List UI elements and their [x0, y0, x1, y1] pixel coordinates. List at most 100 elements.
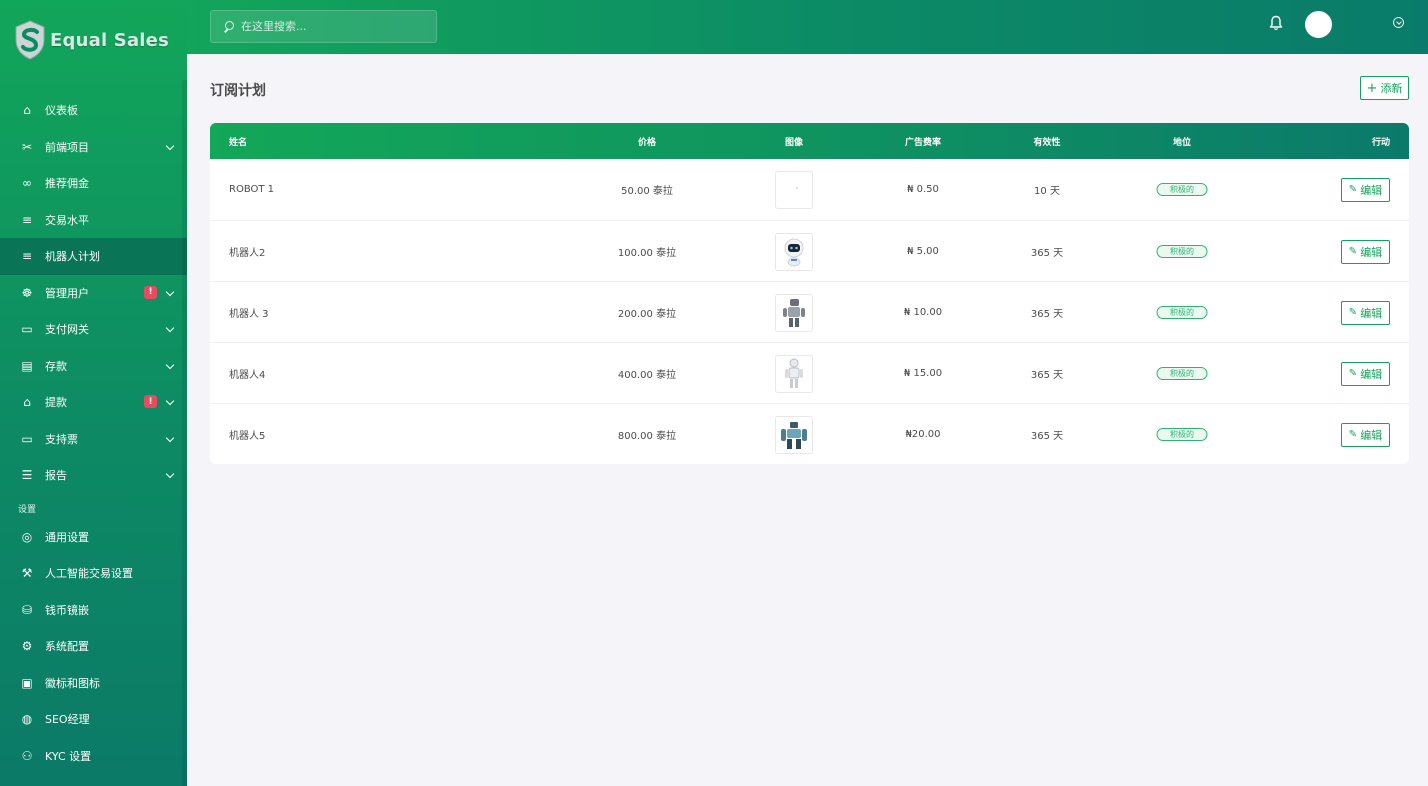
plan-ad-rate: ₦ 15.00	[903, 368, 943, 379]
sidebar-item-9[interactable]: ▭ 支持票	[0, 421, 187, 458]
settings-item-6[interactable]: ⚇ KYC 设置	[0, 738, 187, 775]
sidebar-item-label: 前端项目	[45, 140, 89, 154]
status-badge: 积极的	[1156, 245, 1208, 258]
settings-item-0[interactable]: ◎ 通用设置	[0, 519, 187, 556]
plan-action-cell: ✎ 编辑	[1341, 404, 1390, 464]
plan-validity: 365 天	[1030, 370, 1064, 381]
plan-ad-rate: ₦ 10.00	[903, 307, 943, 318]
sidebar-item-label: 支持票	[45, 432, 78, 446]
chevron-down-icon	[165, 141, 175, 150]
chevron-down-circle-icon[interactable]	[1393, 17, 1404, 28]
pencil-icon: ✎	[1348, 184, 1358, 195]
plan-name: 机器人5	[229, 431, 266, 442]
plan-price: 400.00 泰拉	[617, 370, 677, 381]
plan-name: 机器人2	[229, 248, 266, 259]
images-icon: ▣	[21, 675, 33, 690]
plan-price: 200.00 泰拉	[617, 309, 677, 320]
settings-item-5[interactable]: ◍ SEO经理	[0, 701, 187, 738]
add-new-label: 添新	[1380, 82, 1403, 95]
table-row: 机器人2 100.00 泰拉 ₦ 5.00 365 天 积极的 ✎ 编辑	[210, 220, 1409, 281]
sidebar-item-label: 支付网关	[45, 323, 89, 337]
plan-action-cell: ✎ 编辑	[1341, 282, 1390, 343]
brand-name: Equal Sales	[50, 29, 169, 51]
home-icon: ⌂	[23, 103, 31, 118]
plan-status-cell: 积极的	[1156, 159, 1208, 220]
table-body: ROBOT 1 50.00 泰拉 ₦ 0.50 10 天积极的 ✎ 编辑 机器人2 100.0…	[210, 159, 1409, 464]
plan-validity: 365 天	[1030, 431, 1064, 442]
alert-badge: !	[144, 285, 157, 299]
settings-item-4[interactable]: ▣ 徽标和图标	[0, 665, 187, 702]
plan-image-cell	[775, 404, 813, 464]
col-ad-rate: 广告费率	[904, 137, 942, 148]
sidebar-item-10[interactable]: ☰ 报告	[0, 457, 187, 494]
status-badge: 积极的	[1156, 428, 1208, 441]
sidebar-item-label: 交易水平	[45, 213, 89, 227]
edit-label: 编辑	[1360, 245, 1383, 259]
table-row: 机器人 3 200.00 泰拉 ₦ 10.00 365 天 积极的 ✎ 编辑	[210, 281, 1409, 342]
settings-item-2[interactable]: ⛁ 钱币镜嵌	[0, 592, 187, 629]
topbar	[187, 0, 1428, 54]
table-row: 机器人5 800.00 泰拉 ₦20.00 365 天 积极的 ✎ 编辑	[210, 403, 1409, 464]
sidebar-item-label: 存款	[45, 359, 67, 373]
col-price: 价格	[637, 137, 657, 148]
sidebar-item-label: 管理用户	[45, 286, 89, 300]
robot-thumbnail	[775, 170, 813, 209]
pencil-icon: ✎	[1348, 368, 1358, 379]
edit-label: 编辑	[1360, 367, 1383, 381]
edit-button[interactable]: ✎ 编辑	[1341, 300, 1390, 325]
sidebar-item-1[interactable]: ✂ 前端项目	[0, 129, 187, 166]
pencil-icon: ✎	[1348, 246, 1358, 257]
bell-icon[interactable]	[1269, 15, 1283, 31]
plan-validity: 10 天	[1034, 186, 1060, 197]
globe-icon: ◍	[21, 712, 33, 727]
settings-item-label: 系统配置	[45, 640, 89, 654]
sidebar-item-6[interactable]: ▭ 支付网关	[0, 311, 187, 348]
col-action: 行动	[1371, 137, 1390, 148]
sidebar-item-3[interactable]: ≡ 交易水平	[0, 202, 187, 239]
edit-button[interactable]: ✎ 编辑	[1341, 361, 1390, 386]
sidebar-item-8[interactable]: ⌂ 提款!	[0, 384, 187, 421]
chevron-down-icon	[165, 324, 175, 333]
coins-icon: ⛁	[21, 602, 33, 617]
list-icon: ≡	[21, 249, 33, 264]
add-new-button[interactable]: + 添新	[1360, 76, 1409, 100]
alert-badge: !	[144, 395, 157, 409]
sidebar-item-2[interactable]: ∞ 推荐佣金	[0, 165, 187, 202]
plan-ad-rate: ₦ 5.00	[907, 246, 939, 257]
plan-action-cell: ✎ 编辑	[1341, 221, 1390, 282]
settings-item-3[interactable]: ⚙ 系统配置	[0, 628, 187, 665]
sidebar-item-0[interactable]: ⌂ 仪表板	[0, 92, 187, 129]
plus-icon: +	[1366, 80, 1378, 96]
sidebar-item-4[interactable]: ≡ 机器人计划	[0, 238, 187, 275]
plan-image-cell	[775, 221, 813, 282]
plan-price: 800.00 泰拉	[617, 431, 677, 442]
credit-card-icon: ▭	[21, 322, 33, 337]
settings-item-label: 人工智能交易设置	[45, 567, 133, 581]
sidebar-item-7[interactable]: ▤ 存款	[0, 348, 187, 385]
chevron-down-icon	[165, 287, 175, 296]
plan-status-cell: 积极的	[1156, 221, 1208, 282]
plans-table: 姓名 价格 图像 广告费率 有效性 地位 行动 ROBOT 1 50.00 泰拉 ₦…	[210, 123, 1409, 464]
edit-button[interactable]: ✎ 编辑	[1341, 177, 1390, 202]
settings-item-1[interactable]: ⚒ 人工智能交易设置	[0, 555, 187, 592]
plan-price: 50.00 泰拉	[621, 186, 673, 197]
chevron-down-icon	[165, 470, 175, 479]
robot-thumbnail	[775, 415, 813, 454]
user-settings-icon: ⚇	[21, 748, 33, 763]
search-input[interactable]	[241, 20, 421, 33]
settings-item-label: 徽标和图标	[45, 676, 100, 690]
list-icon: ≡	[21, 212, 33, 227]
edit-button[interactable]: ✎ 编辑	[1341, 422, 1390, 447]
search-box[interactable]	[210, 10, 437, 43]
sidebar-item-5[interactable]: ☸ 管理用户!	[0, 275, 187, 312]
plan-status-cell: 积极的	[1156, 404, 1208, 464]
plan-status-cell: 积极的	[1156, 282, 1208, 343]
page-title: 订阅计划	[210, 83, 266, 99]
plan-image-cell	[775, 343, 813, 404]
edit-button[interactable]: ✎ 编辑	[1341, 239, 1390, 264]
link-icon: ∞	[22, 176, 32, 191]
brand-logo[interactable]: Equal Sales	[14, 20, 169, 60]
user-avatar[interactable]	[1305, 11, 1332, 38]
plan-image-cell	[775, 282, 813, 343]
edit-label: 编辑	[1360, 428, 1383, 442]
